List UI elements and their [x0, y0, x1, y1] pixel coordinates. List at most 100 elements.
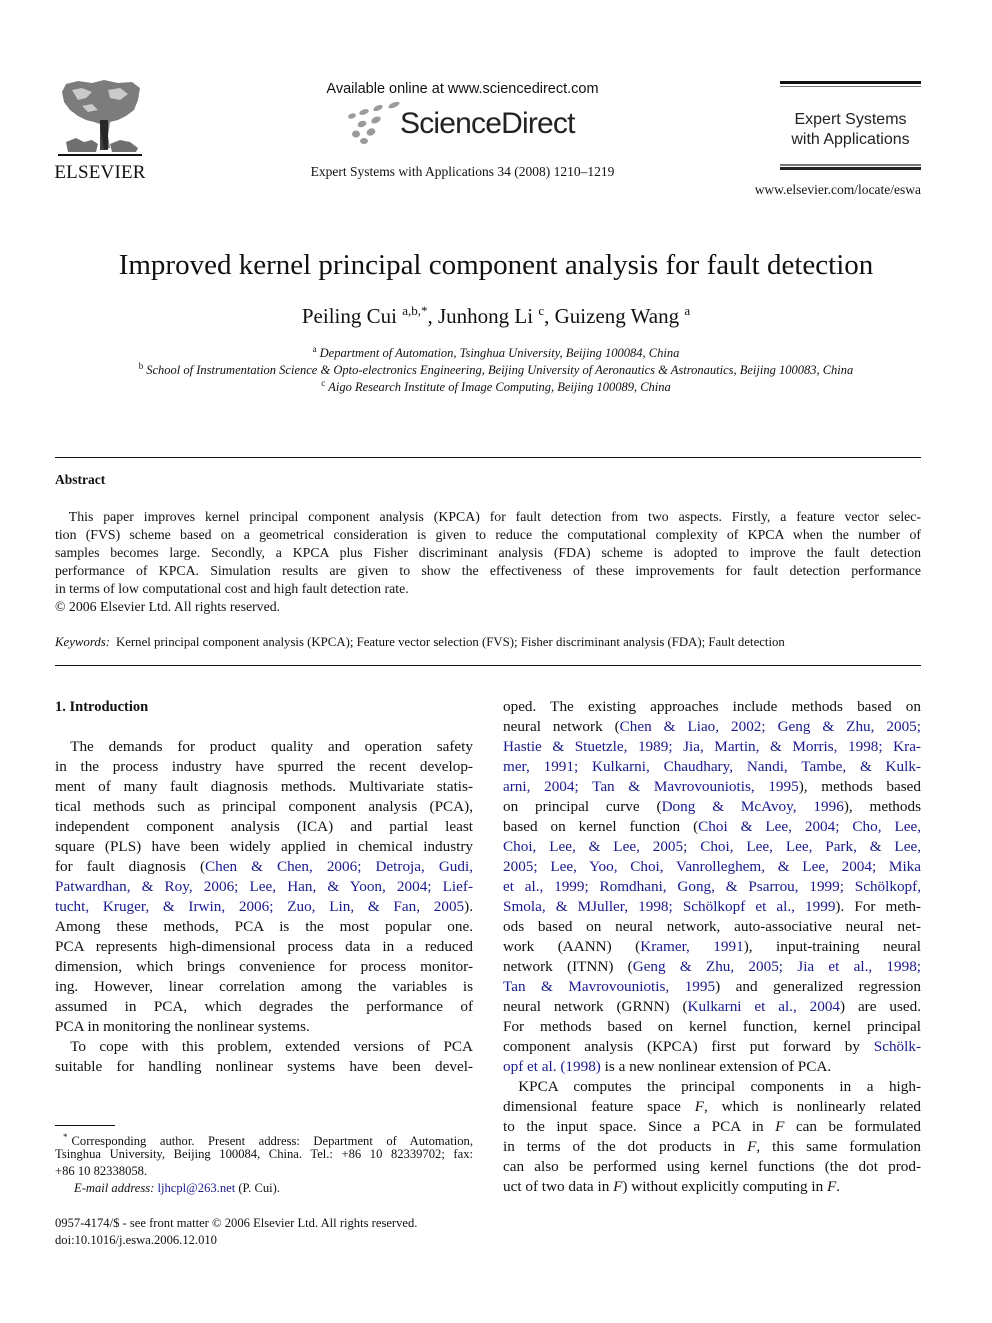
citation-link[interactable]: opf et al. (1998)	[503, 1058, 601, 1075]
email-link[interactable]: ljhcpl@263.net	[158, 1181, 236, 1195]
journal-citation: Expert Systems with Applications 34 (200…	[310, 164, 615, 179]
author-affiliation-mark[interactable]: a,b,*	[402, 303, 427, 318]
text-run: dimensional feature space	[503, 1098, 695, 1115]
body-text-line: tucht, Kruger, & Irwin, 2006; Zuo, Lin, …	[55, 897, 473, 917]
body-text-line: assumed in PCA, which degrades the perfo…	[55, 997, 473, 1017]
text-run: ), input-training neural	[743, 938, 921, 955]
body-text-line: et al., 1999; Romdhani, Gong, & Psarrou,…	[503, 877, 921, 897]
citation-link[interactable]: Schölk-	[874, 1038, 921, 1055]
text-run: can also be performed using kernel funct…	[503, 1158, 921, 1175]
body-text-line: to the input space. Since a PCA in F can…	[503, 1117, 921, 1137]
body-text-line: opf et al. (1998) is a new nonlinear ext…	[503, 1057, 921, 1077]
footnote-email: E-mail address: ljhcpl@263.net (P. Cui).	[55, 1180, 473, 1197]
text-run: ), methods based	[798, 778, 921, 795]
text-run: assumed in PCA, which degrades the perfo…	[55, 998, 473, 1015]
citation-link[interactable]: Choi, Lee, & Lee, 2005; Choi, Lee, Lee, …	[503, 838, 921, 855]
text-run: ing. However, linear correlation among t…	[55, 978, 473, 995]
header-rule	[780, 164, 921, 166]
citation-link[interactable]: mer, 1991; Kulkarni, Chaudhary, Nandi, T…	[503, 758, 921, 775]
text-run: in the process industry have spurred the…	[55, 758, 473, 775]
body-text-line: ods based on neural network, auto-associ…	[503, 917, 921, 937]
citation-link[interactable]: Dong & McAvoy, 1996	[662, 798, 844, 815]
text-run: tical methods such as principal componen…	[55, 798, 473, 815]
text-run: neural network (GRNN) (	[503, 998, 688, 1015]
footnote-rule	[55, 1125, 115, 1126]
affiliation-mark: b	[138, 361, 144, 371]
citation-link[interactable]: Choi & Lee, 2004; Cho, Lee,	[698, 818, 921, 835]
text-run: ods based on neural network, auto-associ…	[503, 918, 921, 935]
citation-link[interactable]: Kulkarni et al., 2004	[688, 998, 840, 1015]
body-text-line: neural network (Chen & Liao, 2002; Geng …	[503, 717, 921, 737]
journal-url-link[interactable]: www.elsevier.com/locate/eswa	[740, 182, 921, 198]
text-run: work (AANN) (	[503, 938, 641, 955]
author-name[interactable]: Junhong Li	[438, 304, 533, 328]
citation-link[interactable]: Tan & Mavrovouniotis, 1995	[503, 978, 715, 995]
citation-link[interactable]: Hastie & Stuetzle, 1989; Jia, Martin, & …	[503, 738, 921, 755]
body-text-line: 2005; Lee, Yoo, Choi, Vanrolleghem, & Le…	[503, 857, 921, 877]
affiliation-mark: a	[312, 344, 317, 354]
body-text-line: Tan & Mavrovouniotis, 1995) and generali…	[503, 977, 921, 997]
text-run: can be formulated	[784, 1118, 921, 1135]
text-run: Among these methods, PCA is the most pop…	[55, 918, 473, 935]
journal-name-line: with Applications	[791, 131, 910, 148]
text-run: PCA in monitoring the nonlinear systems.	[55, 1018, 310, 1035]
text-run: on principal curve (	[503, 798, 662, 815]
email-label: E-mail address:	[74, 1181, 155, 1195]
body-text-line: independent component analysis (ICA) and…	[55, 817, 473, 837]
section-heading-introduction: 1. Introduction	[55, 699, 149, 715]
citation-link[interactable]: Kramer, 1991	[640, 938, 743, 955]
citation-link[interactable]: Smola, & MJuller, 1998; Schölkopf et al.…	[503, 898, 835, 915]
body-text-line: Among these methods, PCA is the most pop…	[55, 917, 473, 937]
body-text-line: mer, 1991; Kulkarni, Chaudhary, Nandi, T…	[503, 757, 921, 777]
body-text-line: ment of many fault diagnosis methods. Mu…	[55, 777, 473, 797]
citation-link[interactable]: arni, 2004; Tan & Mavrovouniotis, 1995	[503, 778, 799, 795]
body-text-line: oped. The existing approaches include me…	[503, 697, 921, 717]
abstract-line: This paper improves kernel principal com…	[55, 509, 921, 524]
text-run: , which is nonlinearly related	[704, 1098, 921, 1115]
sciencedirect-logo[interactable]: ScienceDirect	[344, 102, 584, 144]
text-run: dimension, which brings convenience for …	[55, 958, 473, 975]
body-text-line: arni, 2004; Tan & Mavrovouniotis, 1995),…	[503, 777, 921, 797]
author-name[interactable]: Guizeng Wang	[555, 304, 679, 328]
affiliation-text: Aigo Research Institute of Image Computi…	[328, 380, 671, 394]
author-affiliation-mark[interactable]: a	[684, 303, 690, 318]
text-run: ), methods	[843, 798, 922, 815]
abstract-bottom-rule	[55, 665, 921, 666]
elsevier-wordmark: ELSEVIER	[54, 162, 146, 183]
author-list: Peiling Cui a,b,*, Junhong Li c, Guizeng…	[40, 303, 952, 329]
body-text-line: Patwardhan, & Roy, 2006; Lee, Han, & Yoo…	[55, 877, 473, 897]
citation-link[interactable]: et al., 1999; Romdhani, Gong, & Psarrou,…	[503, 878, 921, 895]
elsevier-tree-icon	[58, 80, 142, 156]
text-run: network (ITNN) (	[503, 958, 633, 975]
footnote-line: +86 10 82338058.	[55, 1164, 148, 1178]
citation-link[interactable]: Patwardhan, & Roy, 2006; Lee, Han, & Yoo…	[55, 878, 473, 895]
citation-link[interactable]: tucht, Kruger, & Irwin, 2006; Zuo, Lin, …	[55, 898, 464, 915]
body-text-line: can also be performed using kernel funct…	[503, 1157, 921, 1177]
sciencedirect-dots-icon	[348, 102, 400, 144]
sciencedirect-availability[interactable]: Available online at www.sciencedirect.co…	[300, 81, 625, 97]
header-rule	[780, 86, 921, 87]
text-run: KPCA computes the principal components i…	[503, 1078, 921, 1095]
math-symbol: F	[613, 1178, 623, 1195]
text-run: .	[836, 1178, 841, 1195]
body-text-line: Smola, & MJuller, 1998; Schölkopf et al.…	[503, 897, 921, 917]
affiliation-text: School of Instrumentation Science & Opto…	[146, 363, 854, 377]
text-run: To cope with this problem, extended vers…	[55, 1038, 473, 1055]
author-name[interactable]: Peiling Cui	[302, 304, 397, 328]
text-run: For methods based on kernel function, ke…	[503, 1018, 921, 1035]
citation-link[interactable]: 2005; Lee, Yoo, Choi, Vanrolleghem, & Le…	[503, 858, 921, 875]
body-text-line: work (AANN) (Kramer, 1991), input-traini…	[503, 937, 921, 957]
text-run: , this same formulation	[756, 1138, 921, 1155]
text-run: ) and generalized regression	[715, 978, 921, 995]
text-run: uct of two data in	[503, 1178, 614, 1195]
abstract-line: tion (FVS) scheme based on a geometrical…	[55, 527, 921, 542]
doi-link[interactable]: doi:10.1016/j.eswa.2006.12.010	[55, 1232, 473, 1249]
journal-name-line: Expert Systems	[794, 111, 907, 128]
citation-link[interactable]: Chen & Liao, 2002; Geng & Zhu, 2005;	[620, 718, 921, 735]
citation-link[interactable]: Chen & Chen, 2006; Detroja, Gudi,	[205, 858, 473, 875]
elsevier-logo: ELSEVIER	[52, 80, 148, 183]
citation-link[interactable]: Geng & Zhu, 2005; Jia et al., 1998;	[633, 958, 921, 975]
body-text-line: in terms of the dot products in F, this …	[503, 1137, 921, 1157]
body-text-line: network (ITNN) (Geng & Zhu, 2005; Jia et…	[503, 957, 921, 977]
issn-line: 0957-4174/$ - see front matter © 2006 El…	[55, 1216, 418, 1230]
